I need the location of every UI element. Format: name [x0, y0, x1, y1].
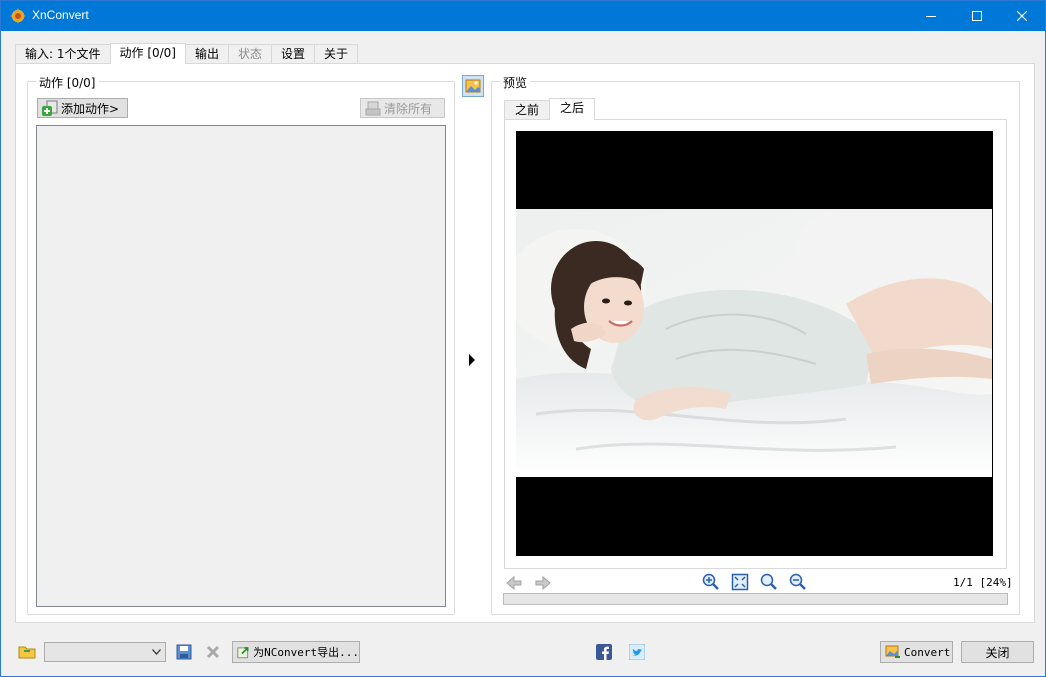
maximize-icon — [972, 11, 982, 21]
collapse-arrow-icon[interactable] — [468, 354, 476, 366]
toggle-preview-button[interactable] — [462, 75, 484, 97]
clear-all-button[interactable]: 清除所有 — [360, 98, 445, 118]
toggle-preview-icon — [465, 79, 481, 93]
tab-output[interactable]: 输出 — [185, 44, 230, 64]
actions-list[interactable] — [36, 125, 446, 607]
preset-combo[interactable] — [44, 642, 166, 662]
preview-group-title: 预览 — [500, 74, 531, 91]
tab-settings[interactable]: 设置 — [271, 44, 316, 64]
minimize-icon — [926, 16, 936, 17]
export-nconvert-label: 为NConvert导出... — [253, 646, 359, 659]
fit-icon[interactable] — [731, 573, 749, 591]
tab-after[interactable]: 之后 — [549, 98, 596, 120]
convert-label: Convert — [904, 645, 951, 659]
tab-input[interactable]: 输入: 1个文件 — [15, 44, 111, 64]
close-label: 关闭 — [985, 645, 1010, 660]
preview-photo — [516, 209, 992, 477]
add-action-label: 添加动作> — [61, 101, 120, 116]
maximize-button[interactable] — [954, 1, 1000, 31]
export-nconvert-button[interactable]: 为NConvert导出... — [232, 641, 360, 663]
chevron-down-icon — [152, 649, 161, 655]
convert-icon — [885, 645, 900, 658]
folder-icon[interactable] — [18, 644, 36, 660]
prev-icon[interactable] — [505, 574, 523, 592]
add-action-button[interactable]: 添加动作> — [37, 98, 128, 118]
tab-actions[interactable]: 动作 [0/0] — [109, 43, 186, 64]
next-icon[interactable] — [534, 574, 552, 592]
close-window-button[interactable] — [999, 1, 1045, 31]
tab-about[interactable]: 关于 — [314, 44, 359, 64]
preview-image — [516, 209, 992, 477]
tab-before[interactable]: 之前 — [504, 100, 551, 120]
zoom-in-icon[interactable] — [702, 573, 720, 591]
save-icon[interactable] — [176, 644, 192, 660]
zoom-icon[interactable] — [760, 573, 778, 591]
close-button[interactable]: 关闭 — [961, 641, 1034, 663]
minimize-button[interactable] — [908, 1, 954, 31]
close-icon — [1017, 11, 1027, 21]
title-bar: XnConvert — [1, 1, 1045, 31]
delete-icon[interactable] — [205, 644, 221, 660]
clear-all-icon — [365, 101, 381, 116]
twitter-icon[interactable] — [629, 644, 645, 660]
window-title: XnConvert — [32, 8, 89, 22]
app-icon — [10, 8, 26, 24]
tab-status[interactable]: 状态 — [228, 44, 273, 64]
app-window: XnConvert 输入: 1个文件 动作 [0/0] 输出 状态 设置 关于 … — [0, 0, 1046, 677]
convert-button[interactable]: Convert — [880, 641, 953, 663]
zoom-out-icon[interactable] — [789, 573, 807, 591]
clear-all-label: 清除所有 — [384, 101, 433, 116]
add-action-icon — [42, 100, 58, 116]
export-icon — [237, 647, 249, 659]
facebook-icon[interactable] — [596, 644, 612, 660]
progress-bar — [503, 593, 1008, 605]
main-tabs: 输入: 1个文件 动作 [0/0] 输出 状态 设置 关于 — [15, 43, 359, 64]
preview-subtabs: 之前 之后 — [504, 98, 596, 120]
actions-group-title: 动作 [0/0] — [36, 74, 99, 91]
page-zoom-label: 1/1 [24%] — [953, 576, 1013, 589]
